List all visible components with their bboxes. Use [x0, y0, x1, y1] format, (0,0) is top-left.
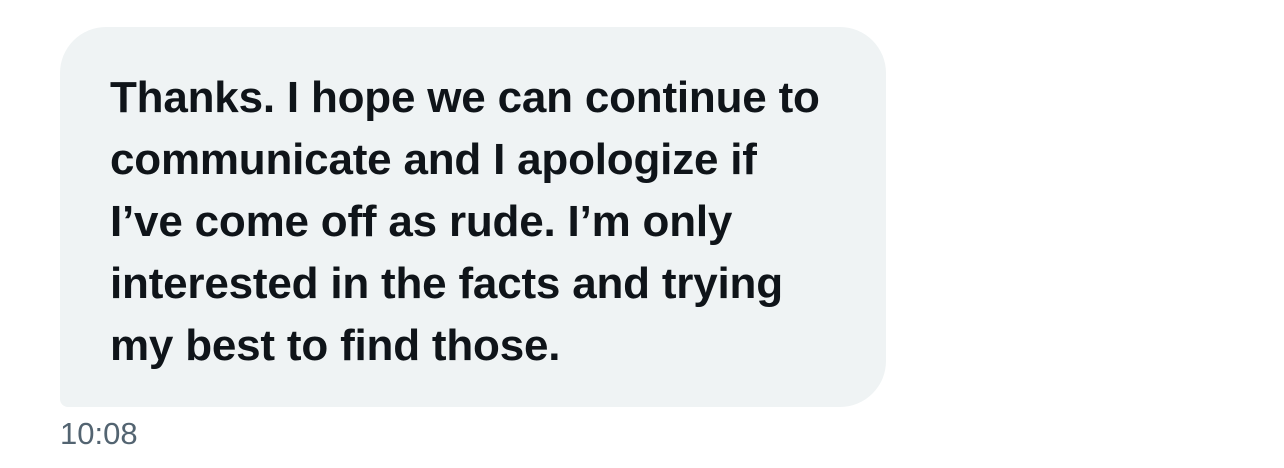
message-bubble[interactable]: Thanks. I hope we can continue to commun…: [60, 27, 886, 407]
message-timestamp: 10:08: [60, 416, 138, 451]
message-text: Thanks. I hope we can continue to commun…: [110, 73, 820, 370]
